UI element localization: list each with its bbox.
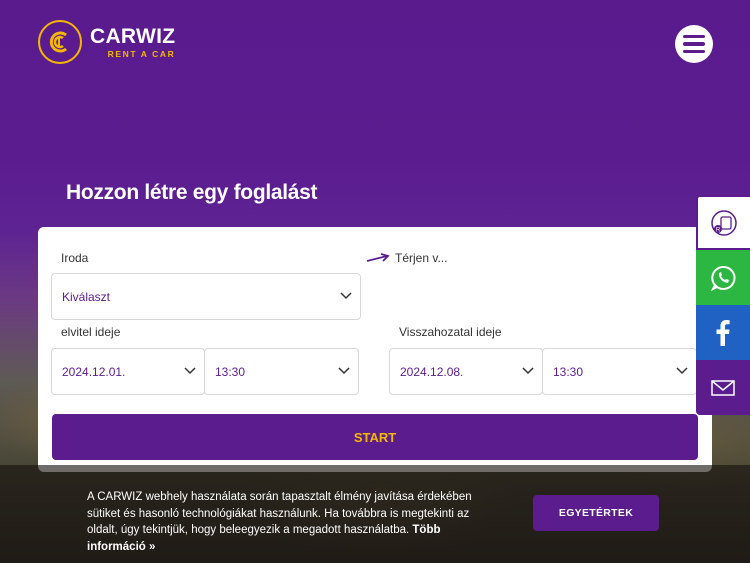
pickup-label: elvitel ideje [61,325,121,339]
whatsapp-button[interactable] [696,250,750,305]
page-title: Hozzon létre egy foglalást [66,181,318,204]
rent-button[interactable]: R [696,195,750,250]
chevron-down-icon [340,291,352,299]
arrow-icon [366,253,390,262]
brand-tagline: RENT A CAR [107,48,176,59]
whatsapp-icon [710,265,736,291]
office-select-value: Kiválaszt [62,289,111,304]
social-sidebar: R [696,195,750,415]
facebook-button[interactable] [696,305,750,360]
svg-text:R: R [716,227,721,233]
start-button[interactable]: START [52,414,698,460]
rent-icon: R [711,209,737,236]
brand-name: CARWIZ [90,24,176,48]
menu-icon [683,34,705,39]
booking-form: Iroda Térjen v... Kiválaszt elvitel idej… [38,227,712,472]
return-date-select[interactable]: 2024.12.08. [389,348,543,395]
pickup-time-select[interactable]: 13:30 [204,348,359,395]
return-date-value: 2024.12.08. [400,364,464,379]
return-label: Visszahozatal ideje [399,325,502,339]
hamburger-menu-button[interactable] [675,25,713,63]
brand-logo[interactable]: CARWIZ RENT A CAR [38,20,175,64]
office-label: Iroda [61,251,89,265]
return-different-office-link[interactable]: Térjen v... [366,251,447,265]
return-time-select[interactable]: 13:30 [542,348,697,395]
mail-icon [711,379,735,396]
cookie-banner: A CARWIZ webhely használata során tapasz… [0,465,750,563]
pickup-date-value: 2024.12.01. [62,364,126,379]
chevron-down-icon [184,366,196,374]
return-link-label: Térjen v... [395,251,448,265]
pickup-time-value: 13:30 [215,364,246,379]
office-select[interactable]: Kiválaszt [51,273,361,320]
logo-icon [38,20,82,64]
chevron-down-icon [676,366,688,374]
cookie-message: A CARWIZ webhely használata során tapasz… [87,489,497,555]
pickup-date-select[interactable]: 2024.12.01. [51,348,205,395]
cookie-accept-button[interactable]: EGYETÉRTEK [533,495,659,531]
chevron-down-icon [522,366,534,374]
email-button[interactable] [696,360,750,415]
return-time-value: 13:30 [553,364,584,379]
chevron-down-icon [338,366,350,374]
facebook-icon [716,319,730,346]
